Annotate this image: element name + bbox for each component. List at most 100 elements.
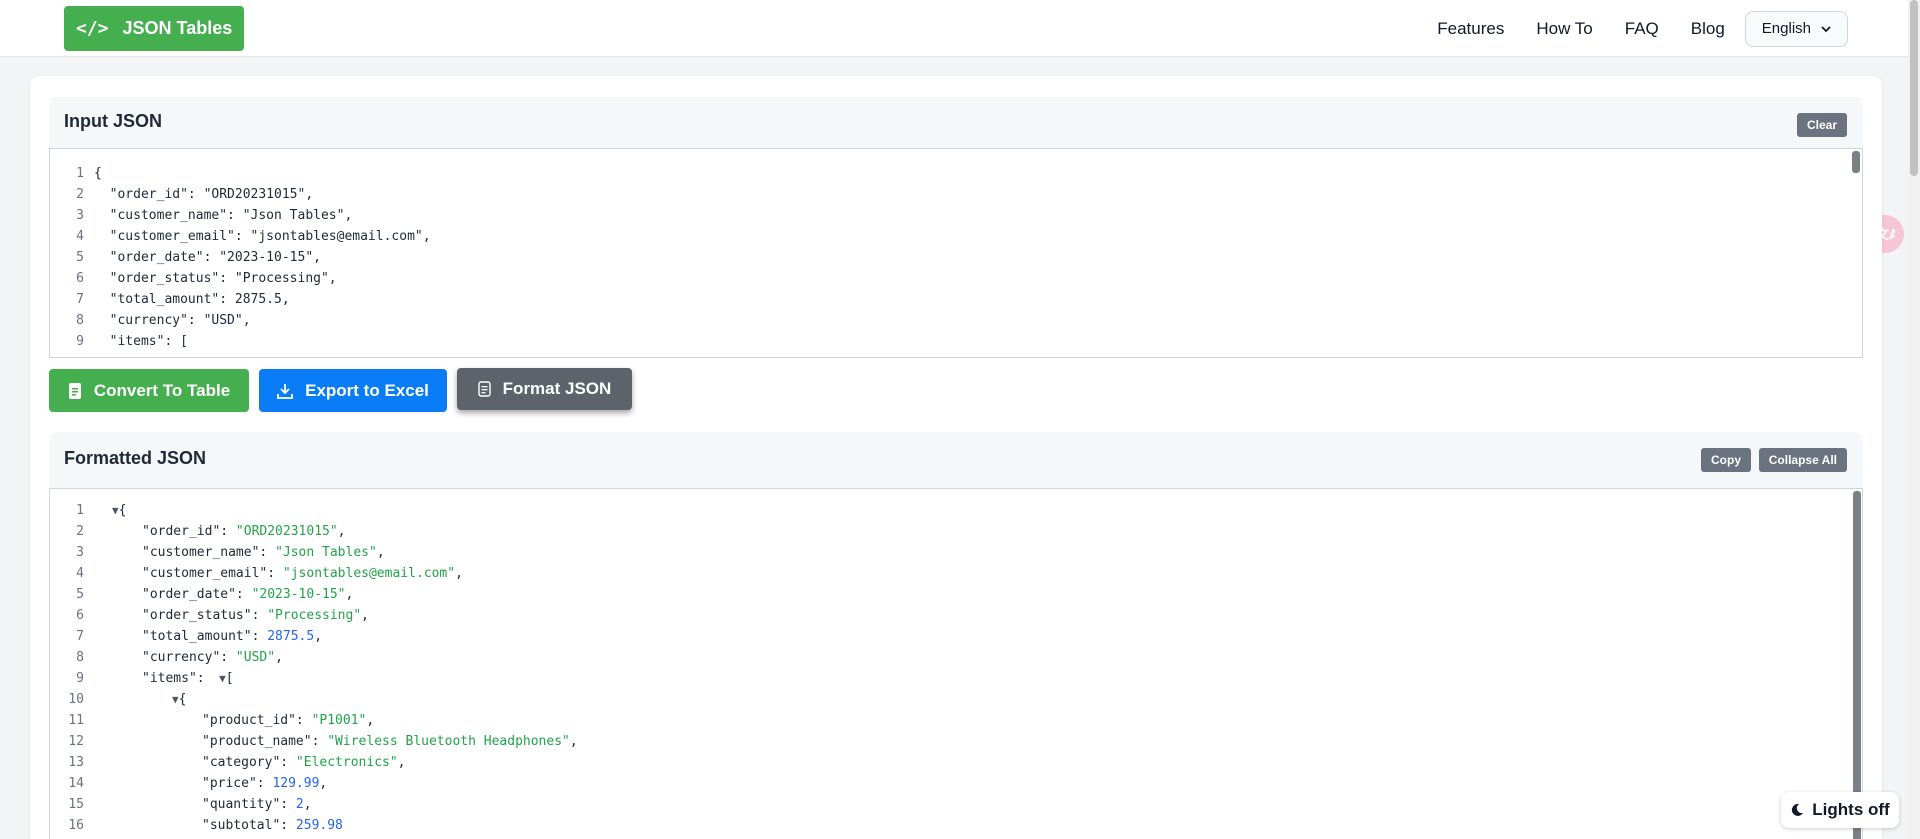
json-value: "Json Tables" xyxy=(275,545,377,560)
format-json-button[interactable]: Format JSON xyxy=(457,368,632,410)
json-value: "ORD20231015" xyxy=(235,524,338,539)
copy-button[interactable]: Copy xyxy=(1701,448,1751,472)
code-text: "total_amount": 2875.5, xyxy=(94,292,290,307)
line-number: 4 xyxy=(76,229,84,244)
code-text: { xyxy=(94,166,102,181)
code-content: "quantity": 2, xyxy=(202,794,312,815)
formatted-code-line: 16 "subtotal": 259.98 xyxy=(50,815,1840,836)
json-key: "order_status": xyxy=(142,608,268,623)
formatted-code-line: 3 "customer_name": "Json Tables", xyxy=(50,542,1840,563)
formatted-code-line: 10 ▼{ xyxy=(50,689,1840,710)
code-text: "order_date": "2023-10-15", xyxy=(94,250,321,265)
page-scrollbar-thumb[interactable] xyxy=(1910,0,1918,176)
line-number: 3 xyxy=(76,208,84,223)
json-value: 2875.5 xyxy=(267,629,315,644)
input-panel-title: Input JSON xyxy=(64,111,162,131)
formatted-code-line: 14 "price": 129.99, xyxy=(50,773,1840,794)
language-label: English xyxy=(1761,20,1811,37)
collapse-all-button[interactable]: Collapse All xyxy=(1758,448,1847,472)
comma: , xyxy=(314,629,323,644)
code-content: "subtotal": 259.98 xyxy=(202,815,343,836)
clear-button[interactable]: Clear xyxy=(1796,113,1847,137)
formatted-code-line: 1 ▼{ xyxy=(50,500,1840,521)
json-value: "P1001" xyxy=(311,713,367,728)
formatted-code-line: 11 "product_id": "P1001", xyxy=(50,710,1840,731)
code-content: ▼{ xyxy=(172,689,186,710)
formatted-json-viewer: 1 ▼{ 2 "order_id": "ORD20231015", 3 "customer… xyxy=(49,488,1863,839)
json-key: "product_id": xyxy=(202,713,312,728)
formatted-code-line: 5 "order_date": "2023-10-15", xyxy=(50,584,1840,605)
code-text: "currency": "USD", xyxy=(94,313,251,328)
language-select[interactable]: English xyxy=(1744,10,1848,47)
code-content: "category": "Electronics", xyxy=(202,752,406,773)
code-content: "order_date": "2023-10-15", xyxy=(142,584,353,605)
input-json-editor[interactable]: 1{2 "order_id": "ORD20231015", 3 "custome… xyxy=(49,148,1863,358)
formatted-code-line: 13 "category": "Electronics", xyxy=(50,752,1840,773)
code-content: "items": ▼[ xyxy=(142,668,234,689)
code-content: "order_id": "ORD20231015", xyxy=(142,521,346,542)
top-navbar: </> JSON Tables Features How To FAQ Blog… xyxy=(0,0,1908,57)
line-number: 13 xyxy=(68,755,84,770)
lights-off-button[interactable]: Lights off xyxy=(1781,792,1899,828)
export-to-excel-button[interactable]: Export to Excel xyxy=(259,369,447,412)
json-value: "jsontables@email.com" xyxy=(282,566,456,581)
bracket: { xyxy=(178,692,187,707)
json-key: "total_amount": xyxy=(142,629,268,644)
json-value: 129.99 xyxy=(272,776,320,791)
logo-text: JSON Tables xyxy=(122,18,233,38)
code-content: "customer_name": "Json Tables", xyxy=(142,542,385,563)
line-number: 6 xyxy=(76,608,84,623)
formatted-code-line: 7 "total_amount": 2875.5, xyxy=(50,626,1840,647)
document-icon xyxy=(477,381,491,397)
collapse-toggle-icon[interactable]: ▼ xyxy=(212,672,226,685)
collapse-toggle-icon[interactable]: ▼ xyxy=(112,504,119,517)
format-label: Format JSON xyxy=(502,379,612,398)
json-value: 2 xyxy=(295,797,304,812)
json-key: "subtotal": xyxy=(202,818,296,833)
formatted-code-line: 9 "items": ▼[ xyxy=(50,668,1840,689)
nav-link-features[interactable]: Features xyxy=(1437,19,1504,39)
comma: , xyxy=(345,587,354,602)
json-key: "customer_email": xyxy=(142,566,283,581)
code-text: "order_id": "ORD20231015", xyxy=(94,187,314,202)
input-code-line: 8 "currency": "USD", xyxy=(50,310,1840,331)
formatted-viewer-scrollbar[interactable] xyxy=(1853,491,1861,839)
line-number: 8 xyxy=(76,650,84,665)
nav-link-blog[interactable]: Blog xyxy=(1691,19,1725,39)
json-key: "customer_name": xyxy=(142,545,276,560)
input-editor-scrollbar[interactable] xyxy=(1852,151,1860,173)
json-value: "Wireless Bluetooth Headphones" xyxy=(327,734,570,749)
code-text: "order_status": "Processing", xyxy=(94,271,337,286)
line-number: 11 xyxy=(68,713,84,728)
nav-link-faq[interactable]: FAQ xyxy=(1625,19,1659,39)
logo-button[interactable]: </> JSON Tables xyxy=(64,6,245,51)
code-icon: </> xyxy=(76,18,109,39)
json-key: "product_name": xyxy=(202,734,328,749)
code-content: "price": 129.99, xyxy=(202,773,327,794)
input-panel-header: Input JSON Clear xyxy=(49,97,1863,149)
json-value: "2023-10-15" xyxy=(251,587,346,602)
line-number: 7 xyxy=(76,629,84,644)
code-content: "product_id": "P1001", xyxy=(202,710,374,731)
line-number: 10 xyxy=(68,692,84,707)
collapse-toggle-icon[interactable]: ▼ xyxy=(172,693,179,706)
line-number: 2 xyxy=(76,524,84,539)
comma: , xyxy=(361,608,369,623)
nav-link-how-to[interactable]: How To xyxy=(1536,19,1592,39)
convert-to-table-button[interactable]: Convert To Table xyxy=(49,369,249,412)
page-scrollbar[interactable] xyxy=(1908,0,1920,839)
line-number: 15 xyxy=(68,797,84,812)
line-number: 14 xyxy=(68,776,84,791)
code-content: "order_status": "Processing", xyxy=(142,605,369,626)
comma: , xyxy=(303,797,312,812)
bracket: { xyxy=(118,503,127,518)
input-code-line: 6 "order_status": "Processing", xyxy=(50,268,1840,289)
input-code-line: 7 "total_amount": 2875.5, xyxy=(50,289,1840,310)
moon-icon xyxy=(1792,803,1804,816)
code-content: ▼{ xyxy=(112,500,126,521)
input-code-line: 9 "items": [ xyxy=(50,331,1840,352)
export-label: Export to Excel xyxy=(305,380,429,400)
input-code-line: 2 "order_id": "ORD20231015", xyxy=(50,184,1840,205)
comma: , xyxy=(366,713,375,728)
code-text: "customer_email": "jsontables@email.com"… xyxy=(94,229,431,244)
